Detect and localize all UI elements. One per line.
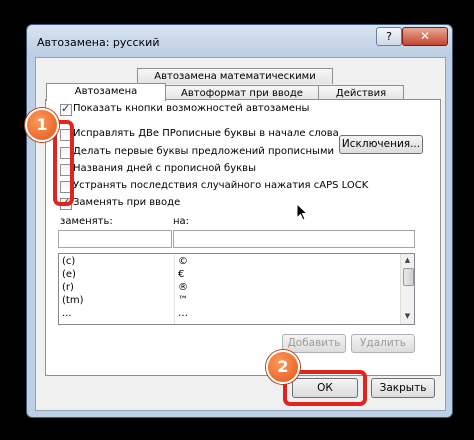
list-scrollbar[interactable]: ▲ ▼ xyxy=(400,254,414,324)
list-item[interactable]: (r) ® xyxy=(59,282,399,295)
close-button[interactable]: Закрыть xyxy=(371,378,435,398)
list-item-to: © xyxy=(178,256,188,267)
window-title: Автозамена: русский xyxy=(37,36,160,49)
fix-two-caps-label: Исправлять ДВе ПРописные буквы в начале … xyxy=(73,128,339,139)
exceptions-button[interactable]: Исключения... xyxy=(339,135,423,154)
add-button[interactable]: Добавить xyxy=(282,334,346,353)
capitalize-sentences-label: Делать первые буквы предложений прописны… xyxy=(73,146,334,157)
tab-autocorrect[interactable]: Автозамена xyxy=(46,83,166,101)
scroll-up-icon[interactable]: ▲ xyxy=(402,255,413,266)
list-item-to: ® xyxy=(178,282,188,293)
replacement-list[interactable]: (c) © (e) € (r) ® (tm) ™ ... … ▲ ▼ xyxy=(58,253,415,325)
scroll-down-icon[interactable]: ▼ xyxy=(402,311,413,322)
list-item[interactable]: (c) © xyxy=(59,256,399,269)
fix-caps-lock-label: Устранять последствия случайного нажатия… xyxy=(73,180,369,191)
list-item-to: … xyxy=(178,308,188,319)
scroll-thumb[interactable] xyxy=(403,268,414,286)
list-item[interactable]: (e) € xyxy=(59,269,399,282)
list-item[interactable]: ... … xyxy=(59,308,399,321)
mouse-cursor-icon xyxy=(296,203,308,221)
replace-while-typing-label: Заменять при вводе xyxy=(73,197,181,208)
list-item-to: ™ xyxy=(178,295,188,306)
replace-input[interactable] xyxy=(58,230,172,248)
list-item[interactable]: (tm) ™ xyxy=(59,295,399,308)
list-item-from: (e) xyxy=(62,269,76,280)
annotation-badge-2: 2 xyxy=(266,350,300,384)
list-item-from: (tm) xyxy=(62,295,84,306)
list-item-to: € xyxy=(178,269,185,280)
show-buttons-checkbox[interactable] xyxy=(60,102,72,116)
show-buttons-label: Показать кнопки возможностей автозамены xyxy=(73,103,310,114)
list-item-from: (c) xyxy=(62,256,76,267)
close-window-button[interactable]: ✕ xyxy=(402,27,448,46)
with-label: на: xyxy=(173,216,190,227)
title-bar[interactable]: Автозамена: русский ? ✕ xyxy=(27,25,452,57)
replace-label: заменять: xyxy=(60,216,113,227)
capitalize-days-label: Названия дней с прописной буквы xyxy=(73,163,256,174)
list-item-from: ... xyxy=(62,308,72,319)
list-item-from: (r) xyxy=(62,282,74,293)
help-button[interactable]: ? xyxy=(376,27,402,46)
with-input[interactable] xyxy=(173,230,415,248)
annotation-badge-1: 1 xyxy=(25,108,59,142)
delete-button[interactable]: Удалить xyxy=(351,334,415,353)
tab-math-autocorrect[interactable]: Автозамена математическими символами xyxy=(137,68,333,97)
